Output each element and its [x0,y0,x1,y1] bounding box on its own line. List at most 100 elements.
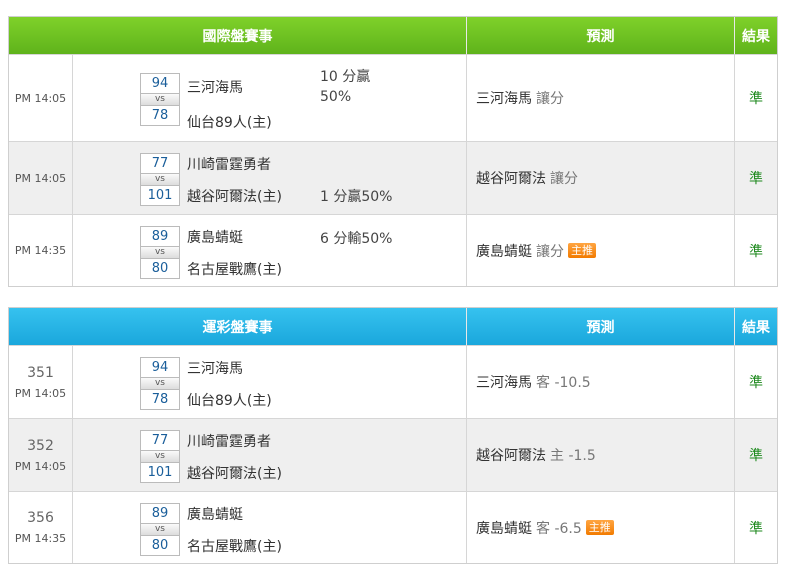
result-status: 準 [749,448,763,464]
prediction-type: 讓分 [536,91,564,107]
lottery-header-prediction: 預測 [467,308,735,345]
lottery-header-row: 運彩盤賽事 預測 結果 [9,308,777,345]
team-home[interactable]: 名古屋戰鷹(主) [187,536,282,556]
match-cell: PM 14:35 89 vs 80 廣島蜻蜓 名古屋戰鷹(主) 6 分輸50% [9,215,467,286]
prediction-team: 三河海馬 [476,91,532,107]
vs-label: vs [141,450,179,463]
result-cell: 準 [735,142,777,214]
match-cell: 356 PM 14:35 89 vs 80 廣島蜻蜓 名古屋戰鷹(主) [9,492,467,563]
game-number: 356 [27,510,54,526]
prediction-team: 廣島蜻蜓 [476,243,532,260]
prediction-team: 三河海馬 [476,375,532,391]
table-row: 351 PM 14:05 94 vs 78 三河海馬 仙台89人(主) 三河海馬… [9,345,777,418]
prediction-type: 主 -1.5 [550,448,596,464]
score-home: 78 [151,392,169,407]
prediction-type: 讓分 [536,243,564,260]
intl-header-result: 結果 [742,28,770,45]
vs-label: vs [141,246,179,259]
game-number: 352 [27,437,54,454]
prediction-cell: 越谷阿爾法 讓分 [467,142,735,214]
match-time: PM 14:35 [14,244,67,257]
team-away[interactable]: 川崎雷霆勇者 [187,154,271,174]
result-status: 準 [749,171,763,187]
handicap-result: 1 分贏50% [320,189,393,205]
team-away[interactable]: 廣島蜻蜓 [187,227,243,247]
vs-label: vs [141,173,179,186]
score-home: 78 [151,108,169,123]
team-home[interactable]: 仙台89人(主) [187,112,272,132]
score-away: 94 [151,76,169,91]
featured-badge: 主推 [585,520,614,535]
prediction-cell: 三河海馬 客 -10.5 [467,346,735,418]
match-time: PM 14:05 [14,386,67,400]
match-cell: 351 PM 14:05 94 vs 78 三河海馬 仙台89人(主) [9,346,467,418]
intl-header-row: 國際盤賽事 預測 結果 [9,17,777,54]
result-status: 準 [749,375,763,391]
prediction-team: 廣島蜻蜓 [476,520,532,537]
lottery-header-match: 運彩盤賽事 [9,308,467,345]
prediction-cell: 廣島蜻蜓 客 -6.5 主推 [467,492,735,563]
table-row: PM 14:05 94 vs 78 三河海馬 仙台89人(主) 10 分贏 50… [9,54,777,141]
prediction-cell: 三河海馬 讓分 [467,55,735,141]
match-time: PM 14:05 [14,91,67,105]
intl-header-prediction: 預測 [467,17,735,54]
score-home: 80 [151,538,169,553]
result-status: 準 [749,520,763,537]
result-cell: 準 [735,492,777,563]
score-away: 89 [151,229,169,244]
team-away[interactable]: 三河海馬 [187,77,243,97]
team-away[interactable]: 廣島蜻蜓 [187,504,243,524]
result-status: 準 [749,91,763,107]
game-number: 351 [27,364,54,381]
vs-label: vs [141,93,179,106]
score-home: 101 [147,188,173,203]
result-cell: 準 [735,419,777,491]
table-row: PM 14:05 77 vs 101 川崎雷霆勇者 越谷阿爾法(主) 1 分贏5… [9,141,777,214]
match-time: PM 14:05 [14,171,67,185]
lottery-header-result: 結果 [742,319,770,336]
intl-table: 國際盤賽事 預測 結果 PM 14:05 94 vs 78 三河海馬 仙台89人… [8,16,778,287]
score-away: 89 [151,506,169,521]
score-box: 89 vs 80 [140,226,180,279]
team-home[interactable]: 越谷阿爾法(主) [187,186,282,206]
team-home[interactable]: 名古屋戰鷹(主) [187,259,282,279]
table-row: 352 PM 14:05 77 vs 101 川崎雷霆勇者 越谷阿爾法(主) 越… [9,418,777,491]
featured-badge: 主推 [568,243,596,258]
match-time: PM 14:05 [14,459,67,473]
prediction-type: 讓分 [550,171,578,187]
match-cell: PM 14:05 94 vs 78 三河海馬 仙台89人(主) 10 分贏 50… [9,55,467,141]
handicap-result: 10 分贏 50% [320,69,371,105]
result-status: 準 [749,243,763,260]
score-box: 77 vs 101 [140,430,180,483]
match-time: PM 14:35 [14,532,67,545]
prediction-type: 客 -10.5 [536,375,591,391]
score-home: 80 [151,261,169,276]
team-away[interactable]: 川崎雷霆勇者 [187,431,271,451]
score-away: 77 [151,156,169,171]
prediction-cell: 廣島蜻蜓 讓分 主推 [467,215,735,286]
vs-label: vs [141,377,179,390]
prediction-type: 客 -6.5 [536,520,582,537]
handicap-result: 6 分輸50% [320,231,393,247]
match-cell: PM 14:05 77 vs 101 川崎雷霆勇者 越谷阿爾法(主) 1 分贏5… [9,142,467,214]
score-box: 77 vs 101 [140,153,180,206]
score-away: 77 [151,433,169,448]
intl-header-match: 國際盤賽事 [9,17,467,54]
match-cell: 352 PM 14:05 77 vs 101 川崎雷霆勇者 越谷阿爾法(主) [9,419,467,491]
table-row: PM 14:35 89 vs 80 廣島蜻蜓 名古屋戰鷹(主) 6 分輸50% … [9,214,777,286]
score-box: 94 vs 78 [140,73,180,126]
prediction-team: 越谷阿爾法 [476,448,546,464]
score-away: 94 [151,360,169,375]
team-away[interactable]: 三河海馬 [187,358,243,378]
score-home: 101 [147,465,173,480]
lottery-table: 運彩盤賽事 預測 結果 351 PM 14:05 94 vs 78 三河海馬 仙… [8,307,778,564]
result-cell: 準 [735,55,777,141]
table-row: 356 PM 14:35 89 vs 80 廣島蜻蜓 名古屋戰鷹(主) 廣島蜻蜓… [9,491,777,563]
score-box: 89 vs 80 [140,503,180,556]
team-home[interactable]: 越谷阿爾法(主) [187,463,282,483]
team-home[interactable]: 仙台89人(主) [187,390,272,410]
vs-label: vs [141,523,179,536]
prediction-cell: 越谷阿爾法 主 -1.5 [467,419,735,491]
result-cell: 準 [735,215,777,286]
result-cell: 準 [735,346,777,418]
